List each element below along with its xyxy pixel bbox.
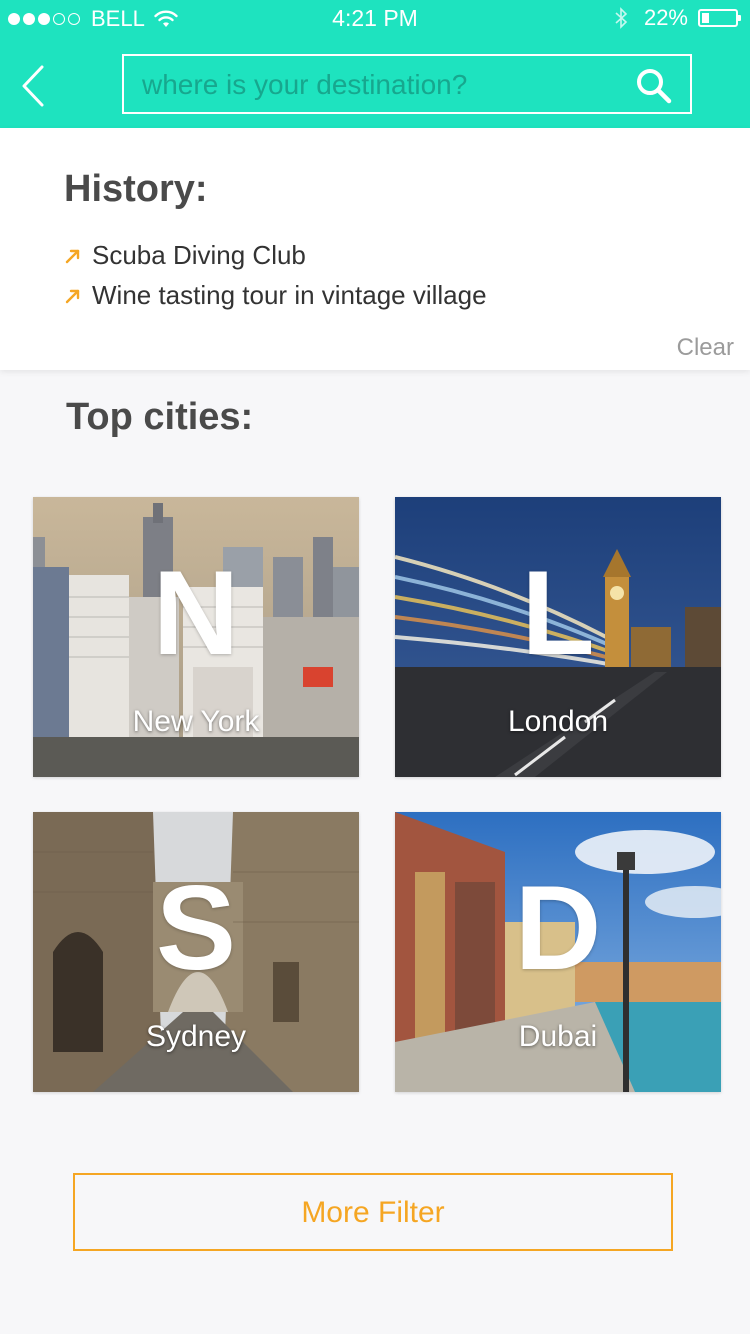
city-card-sydney[interactable]: S Sydney bbox=[33, 812, 359, 1092]
trend-arrow-icon bbox=[65, 289, 80, 303]
more-filter-button[interactable]: More Filter bbox=[73, 1173, 673, 1251]
trend-arrow-icon bbox=[65, 249, 80, 263]
city-letter: D bbox=[514, 861, 602, 995]
history-title: History: bbox=[64, 168, 208, 210]
header-bar: BELL 4:21 PM 22% bbox=[0, 0, 750, 128]
back-arrow-icon[interactable] bbox=[18, 64, 48, 108]
city-name: London bbox=[507, 705, 609, 738]
city-letter: L bbox=[521, 546, 595, 680]
top-cities-title: Top cities: bbox=[66, 396, 254, 438]
search-icon[interactable] bbox=[636, 68, 672, 104]
search-box bbox=[122, 54, 692, 114]
history-panel: History: Scuba Diving Club Wine tasting … bbox=[0, 128, 750, 370]
bluetooth-icon bbox=[615, 7, 628, 29]
history-item[interactable]: Scuba Diving Club bbox=[64, 240, 306, 271]
history-item-label: Wine tasting tour in vintage village bbox=[92, 280, 487, 310]
clear-history-button[interactable]: Clear bbox=[677, 334, 734, 362]
city-letter: S bbox=[155, 861, 237, 995]
history-item-label: Scuba Diving Club bbox=[92, 240, 306, 270]
status-bar: BELL 4:21 PM 22% bbox=[0, 0, 750, 40]
city-card-new-york[interactable]: N New York bbox=[33, 497, 359, 777]
battery-percent: 22% bbox=[643, 5, 688, 30]
city-name: Sydney bbox=[145, 1020, 247, 1053]
battery-area: 22% bbox=[614, 5, 741, 31]
city-card-london[interactable]: L London bbox=[395, 497, 721, 777]
history-item[interactable]: Wine tasting tour in vintage village bbox=[64, 280, 487, 311]
search-input[interactable] bbox=[140, 56, 624, 114]
battery-fill bbox=[702, 13, 709, 23]
city-card-dubai[interactable]: D Dubai bbox=[395, 812, 721, 1092]
battery-icon bbox=[698, 9, 741, 27]
city-letter: N bbox=[152, 546, 240, 680]
city-name: Dubai bbox=[518, 1020, 598, 1053]
city-name: New York bbox=[132, 705, 260, 738]
